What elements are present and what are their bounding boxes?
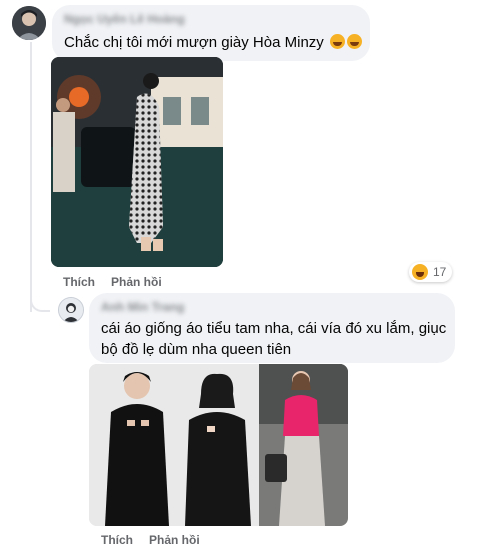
reply-bubble: Anh Min Trang cái áo giống áo tiểu tam n… (89, 293, 455, 363)
reaction-summary[interactable]: 17 (409, 262, 453, 282)
reply-link[interactable]: Phản hồi (111, 275, 162, 289)
comment-photo-night-street[interactable] (51, 57, 223, 267)
reply-actions: Thích Phản hồi (101, 533, 216, 547)
reply-text: cái áo giống áo tiểu tam nha, cái vía đó… (101, 320, 447, 358)
photo-night-street-image (51, 57, 223, 267)
reply-photo-black-dresses[interactable] (89, 364, 348, 526)
avatar-image (12, 6, 46, 40)
thread-connector (30, 292, 50, 312)
author-name-blurred[interactable]: Ngọc Uyên Lê Hoàng (64, 12, 185, 26)
rolling-laughing-emoji (346, 34, 362, 49)
like-link[interactable]: Thích (63, 275, 95, 289)
rolling-laughing-emoji (329, 34, 345, 49)
reaction-count: 17 (433, 265, 447, 279)
avatar-image (59, 298, 83, 322)
commenter-avatar[interactable] (12, 6, 46, 40)
haha-reaction-icon (412, 264, 428, 280)
author-name-blurred[interactable]: Anh Min Trang (101, 300, 184, 314)
comment-actions: Thích Phản hồi (63, 275, 178, 289)
comment-bubble: Ngọc Uyên Lê Hoàng Chắc chị tôi mới mượn… (52, 5, 370, 61)
reply-link[interactable]: Phản hồi (149, 533, 200, 547)
comment-text: Chắc chị tôi mới mượn giày Hòa Minzy (64, 32, 362, 53)
photo-black-dresses-image (89, 364, 348, 526)
reply-commenter-avatar[interactable] (58, 297, 84, 323)
like-link[interactable]: Thích (101, 533, 133, 547)
thread-line (30, 42, 32, 312)
comment-text-content: Chắc chị tôi mới mượn giày Hòa Minzy (64, 34, 324, 51)
